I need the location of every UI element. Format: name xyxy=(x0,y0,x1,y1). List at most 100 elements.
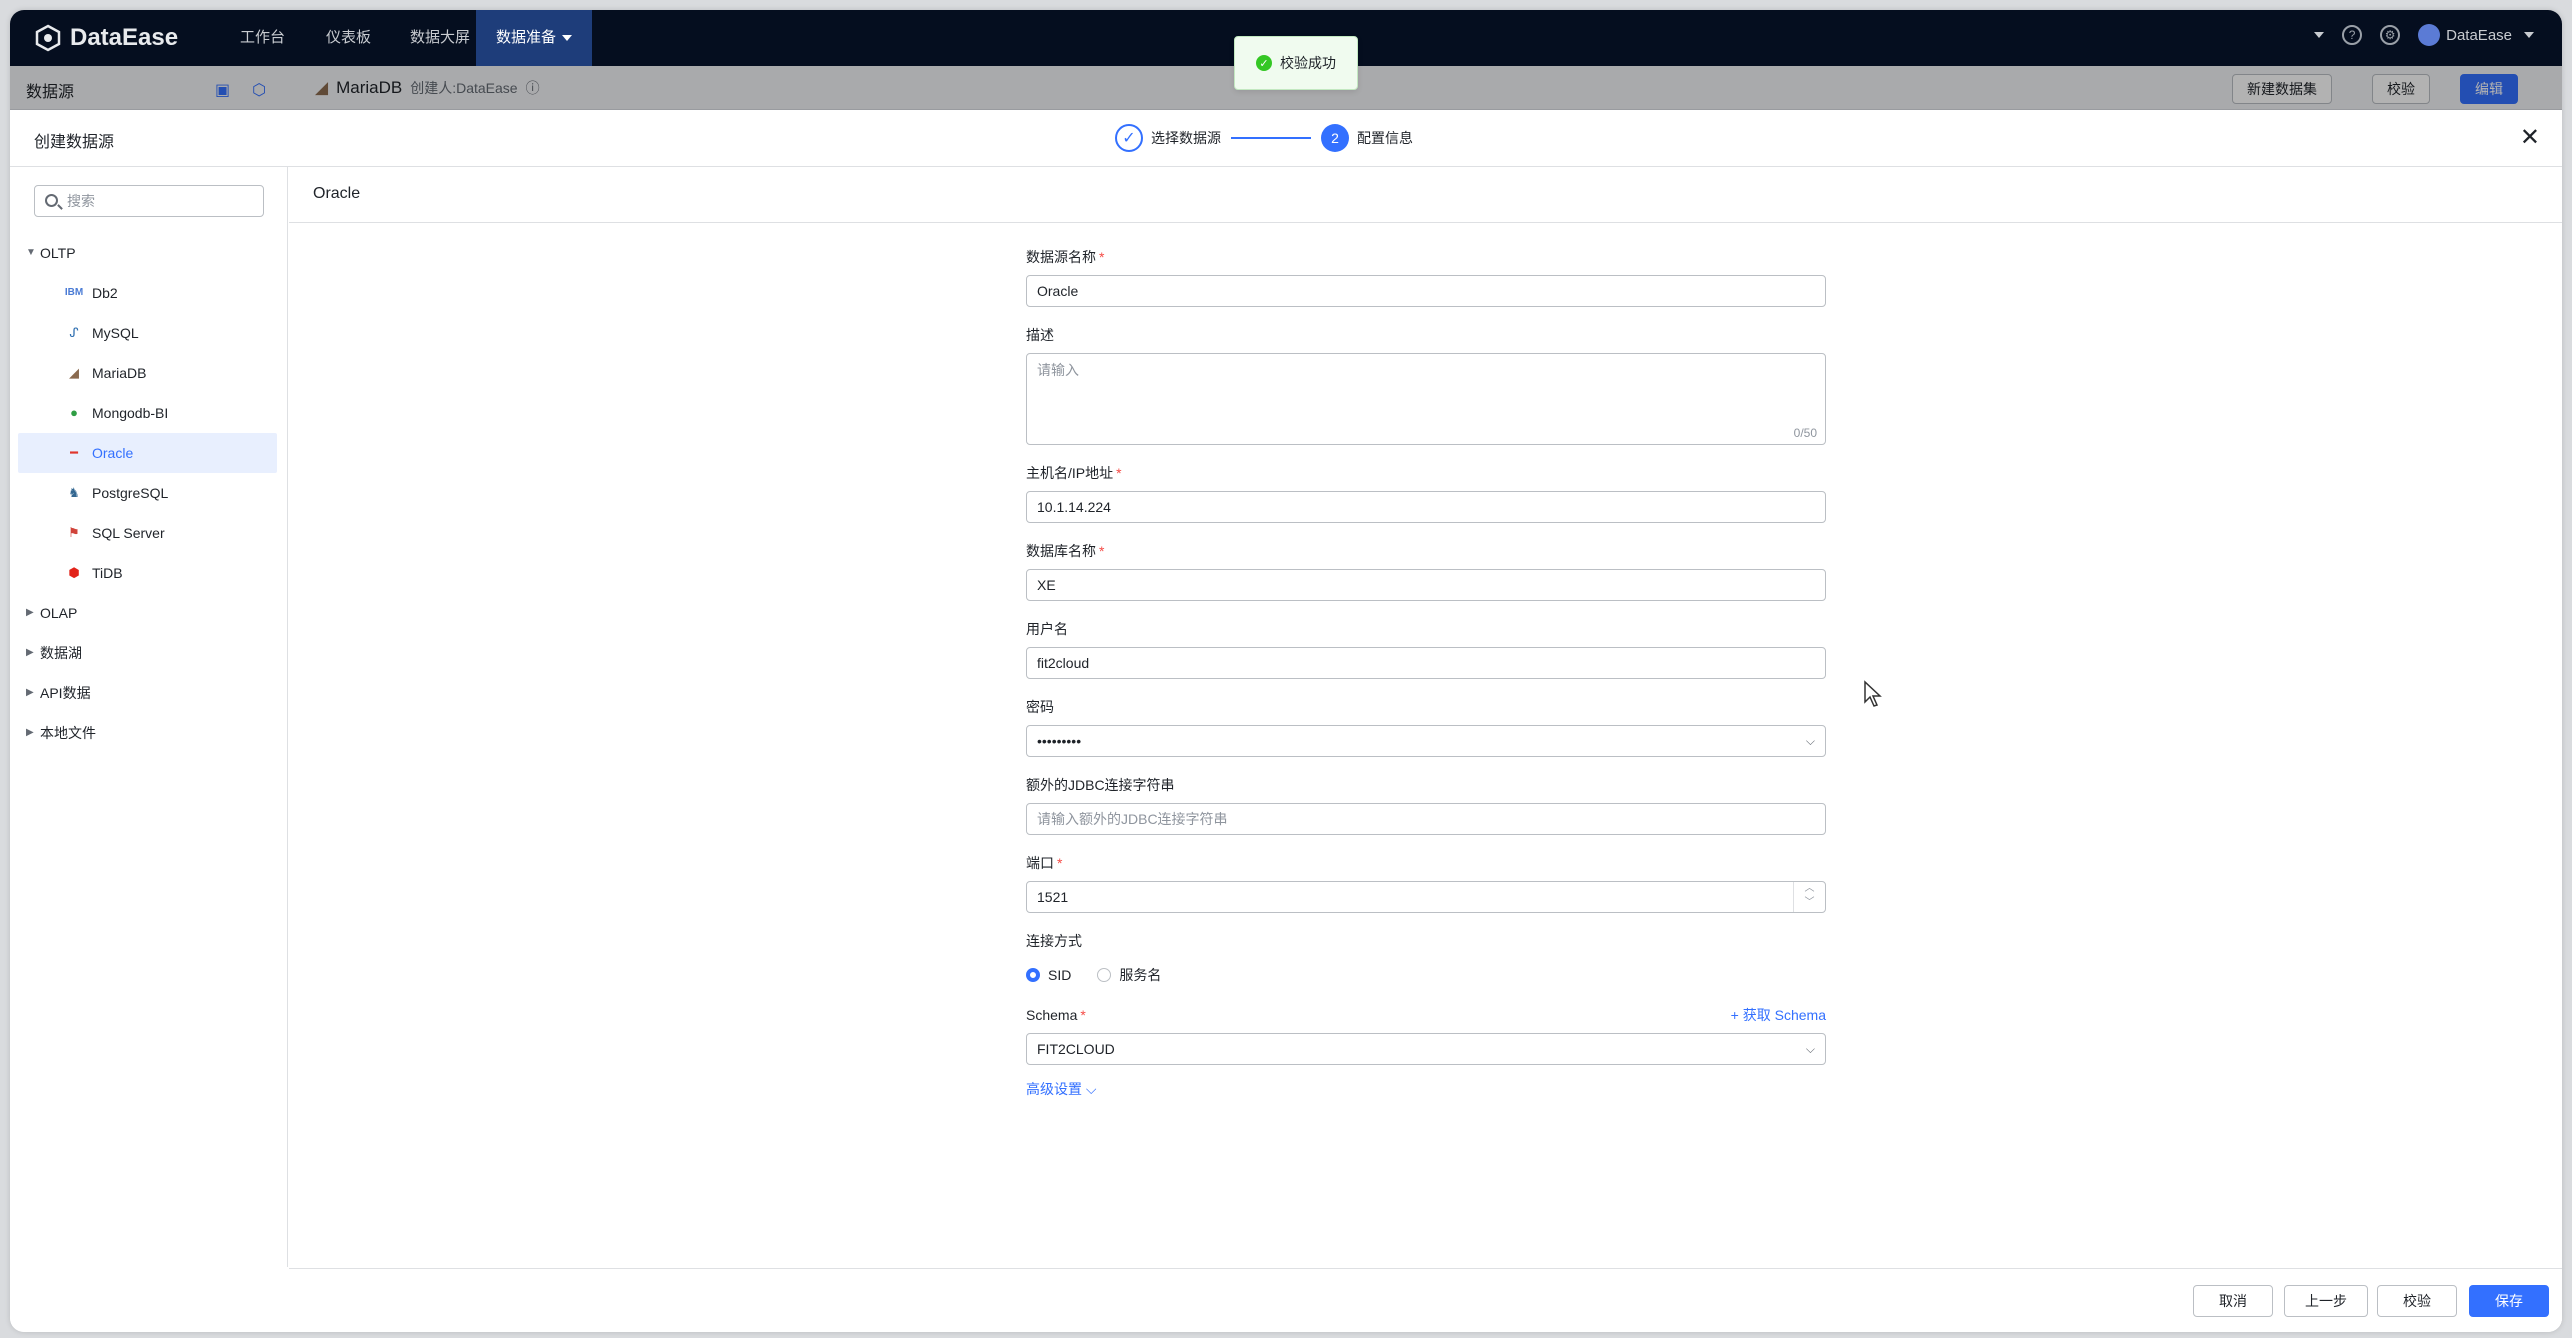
db-input[interactable]: XE xyxy=(1026,569,1826,601)
name-input[interactable]: Oracle xyxy=(1026,275,1826,307)
radio-service[interactable]: 服务名 xyxy=(1097,965,1161,985)
avatar xyxy=(2418,24,2441,46)
tree-group-label: 数据湖 xyxy=(40,645,82,661)
tree-item-label: TiDB xyxy=(92,565,123,581)
name-label: 数据源名称 xyxy=(1026,249,1096,265)
tree-item-tidb[interactable]: ⬢ TiDB xyxy=(18,553,277,593)
eye-toggle-icon[interactable]: ⌵ xyxy=(1806,726,1815,756)
verify-button[interactable]: 校验 xyxy=(2377,1285,2457,1317)
form-title: Oracle xyxy=(313,185,361,202)
field-port: 端口 * 1521 ︿ ﹀ xyxy=(1026,853,1836,913)
ibm-icon: IBM xyxy=(64,287,84,298)
tree-item-oracle[interactable]: ━ Oracle xyxy=(18,433,277,473)
oracle-icon: ━ xyxy=(70,445,78,460)
port-input[interactable]: 1521 ︿ ﹀ xyxy=(1026,881,1826,913)
nav-data-prep[interactable]: 数据准备 xyxy=(476,10,593,66)
radio-service-label: 服务名 xyxy=(1119,967,1162,983)
field-name: 数据源名称 * Oracle xyxy=(1026,247,1836,307)
dialog-footer: 取消 上一步 校验 保存 xyxy=(289,1268,2562,1332)
mouse-cursor-icon xyxy=(1864,680,1882,707)
field-password: 密码 ••••••••• ⌵ xyxy=(1026,697,1836,757)
help-icon[interactable]: ? xyxy=(2342,25,2363,45)
caret-right-icon: ▶ xyxy=(26,727,34,738)
logo[interactable]: DataEase xyxy=(34,24,178,52)
password-value: ••••••••• xyxy=(1037,733,1082,749)
nav-data-screen[interactable]: 数据大屏 xyxy=(390,10,490,66)
success-toast: ✓ 校验成功 xyxy=(1234,36,1358,90)
field-label: Schema * xyxy=(1026,1005,1836,1025)
nav-workbench[interactable]: 工作台 xyxy=(220,10,305,66)
dataease-logo-icon xyxy=(35,24,61,52)
tree-group-oltp[interactable]: ▼ OLTP xyxy=(10,233,287,273)
form-header: Oracle xyxy=(289,167,2562,223)
cancel-button[interactable]: 取消 xyxy=(2193,1285,2273,1317)
chevron-down-icon[interactable]: ﹀ xyxy=(1805,897,1815,908)
chevron-down-icon xyxy=(562,35,573,42)
tree-group-datalake[interactable]: ▶ 数据湖 xyxy=(10,633,287,673)
tree-item-mongodb-bi[interactable]: ● Mongodb-BI xyxy=(18,393,277,433)
jdbc-input[interactable]: 请输入额外的JDBC连接字符串 xyxy=(1026,803,1826,835)
desc-placeholder: 请输入 xyxy=(1037,362,1079,378)
tree-group-local-file[interactable]: ▶ 本地文件 xyxy=(10,713,287,753)
nav-dashboard[interactable]: 仪表板 xyxy=(306,10,391,66)
chevron-up-icon[interactable]: ︿ xyxy=(1805,883,1815,894)
schema-value: FIT2CLOUD xyxy=(1037,1041,1115,1057)
search-input[interactable]: 搜索 xyxy=(34,185,264,217)
schema-select[interactable]: FIT2CLOUD ⌵ xyxy=(1026,1033,1826,1065)
field-label: 端口 * xyxy=(1026,853,1836,873)
tree-item-mariadb[interactable]: ◢ MariaDB xyxy=(18,353,277,393)
char-count: 0/50 xyxy=(1793,426,1817,440)
conn-radio-group: SID 服务名 xyxy=(1026,965,1836,985)
step-2-number: 2 xyxy=(1321,124,1349,152)
mariadb-icon: ◢ xyxy=(69,365,79,380)
conn-label: 连接方式 xyxy=(1026,933,1082,949)
tree-item-label: Oracle xyxy=(92,445,134,461)
tree-item-label: MySQL xyxy=(92,325,139,341)
chevron-down-icon: ⌵ xyxy=(1805,1042,1815,1056)
advanced-settings[interactable]: 高级设置 ⌵ xyxy=(1026,1079,1836,1099)
caret-right-icon: ▶ xyxy=(26,647,34,658)
tree-item-label: MariaDB xyxy=(92,365,147,381)
create-datasource-dialog: 创建数据源 ✓ 选择数据源 2 配置信息 ✕ 搜索 ▼ OLTP IBM Db2 ᔑ… xyxy=(10,110,2562,1332)
host-input[interactable]: 10.1.14.224 xyxy=(1026,491,1826,523)
field-desc: 描述 请输入 0/50 xyxy=(1026,325,1836,445)
desc-textarea[interactable]: 请输入 0/50 xyxy=(1026,353,1826,445)
field-schema: Schema * + 获取 Schema FIT2CLOUD ⌵ xyxy=(1026,1005,1836,1065)
caret-right-icon: ▶ xyxy=(26,607,34,618)
required-mark: * xyxy=(1080,1007,1086,1023)
host-label: 主机名/IP地址 xyxy=(1026,465,1114,481)
step-1-label: 选择数据源 xyxy=(1151,130,1221,146)
dialog-header: 创建数据源 ✓ 选择数据源 2 配置信息 ✕ xyxy=(10,110,2562,167)
radio-sid-label: SID xyxy=(1048,967,1072,983)
dropdown-icon[interactable] xyxy=(2314,32,2325,38)
tree-item-sqlserver[interactable]: ⚑ SQL Server xyxy=(18,513,277,553)
field-db: 数据库名称 * XE xyxy=(1026,541,1836,601)
nav-data-screen-label: 数据大屏 xyxy=(410,29,471,46)
toast-message: 校验成功 xyxy=(1280,55,1336,71)
search-placeholder: 搜索 xyxy=(67,193,95,209)
tree-group-api[interactable]: ▶ API数据 xyxy=(10,673,287,713)
prev-step-button[interactable]: 上一步 xyxy=(2284,1285,2368,1317)
tree-item-label: PostgreSQL xyxy=(92,485,169,501)
password-input[interactable]: ••••••••• ⌵ xyxy=(1026,725,1826,757)
field-user: 用户名 fit2cloud xyxy=(1026,619,1836,679)
username-input[interactable]: fit2cloud xyxy=(1026,647,1826,679)
tree-item-postgresql[interactable]: ♞ PostgreSQL xyxy=(18,473,277,513)
user-menu[interactable]: DataEase xyxy=(2418,24,2534,46)
tree-group-olap[interactable]: ▶ OLAP xyxy=(10,593,287,633)
required-mark: * xyxy=(1099,543,1105,559)
close-icon[interactable]: ✕ xyxy=(2520,126,2540,150)
nav-data-prep-label: 数据准备 xyxy=(496,29,557,46)
tree-item-label: Mongodb-BI xyxy=(92,405,169,421)
app-window: DataEase 工作台 仪表板 数据大屏 数据准备 ? ⚙ DataEase … xyxy=(10,10,2562,1332)
desc-label: 描述 xyxy=(1026,327,1054,343)
tree-group-label: OLTP xyxy=(40,245,76,261)
port-stepper[interactable]: ︿ ﹀ xyxy=(1793,882,1825,912)
tree-item-mysql[interactable]: ᔑ MySQL xyxy=(18,313,277,353)
save-button[interactable]: 保存 xyxy=(2469,1285,2549,1317)
radio-sid[interactable]: SID xyxy=(1026,967,1071,983)
port-label: 端口 xyxy=(1026,855,1054,871)
tree-item-db2[interactable]: IBM Db2 xyxy=(18,273,277,313)
gear-icon[interactable]: ⚙ xyxy=(2380,25,2401,45)
fetch-schema-link[interactable]: + 获取 Schema xyxy=(1731,1005,1826,1025)
